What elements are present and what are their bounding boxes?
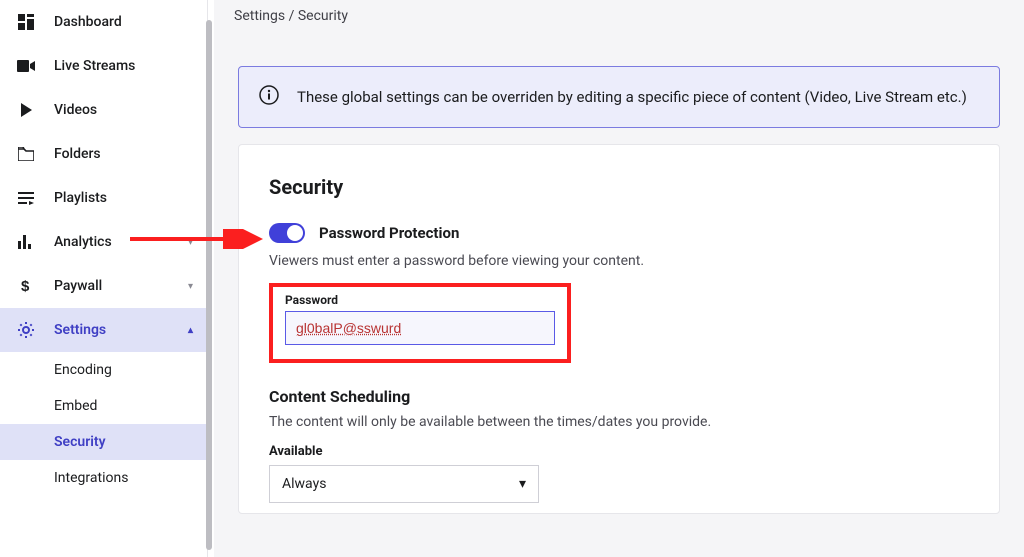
password-field-label: Password xyxy=(285,293,555,307)
sidebar-item-playlists[interactable]: Playlists xyxy=(0,176,207,220)
breadcrumb-current: Security xyxy=(298,8,348,24)
dashboard-icon xyxy=(14,14,38,30)
sidebar-item-label: Paywall xyxy=(54,278,188,294)
info-icon xyxy=(259,85,279,109)
notice-text: These global settings can be overriden b… xyxy=(297,88,967,106)
chevron-down-icon: ▾ xyxy=(188,237,193,248)
sidebar: Dashboard Live Streams Videos Folders Pl… xyxy=(0,0,208,557)
sidebar-subitem-integrations[interactable]: Integrations xyxy=(0,460,207,496)
folder-icon xyxy=(14,147,38,161)
security-card: Security Password Protection Viewers mus… xyxy=(238,144,1000,514)
sidebar-item-label: Analytics xyxy=(54,234,188,250)
available-label: Available xyxy=(269,444,969,459)
password-protection-toggle[interactable] xyxy=(269,223,305,243)
sidebar-subitem-label: Integrations xyxy=(54,470,128,486)
sidebar-item-analytics[interactable]: Analytics ▾ xyxy=(0,220,207,264)
sidebar-item-paywall[interactable]: $ Paywall ▾ xyxy=(0,264,207,308)
svg-text:$: $ xyxy=(21,278,30,294)
caret-down-icon: ▾ xyxy=(519,476,526,492)
sidebar-subitem-encoding[interactable]: Encoding xyxy=(0,352,207,388)
playlist-icon xyxy=(14,191,38,205)
chevron-up-icon: ▴ xyxy=(188,325,193,336)
sidebar-item-label: Live Streams xyxy=(54,58,193,74)
password-protection-row: Password Protection xyxy=(269,223,969,243)
sidebar-subitem-embed[interactable]: Embed xyxy=(0,388,207,424)
dollar-icon: $ xyxy=(14,278,38,294)
password-protection-label: Password Protection xyxy=(319,224,459,242)
chevron-down-icon: ▾ xyxy=(188,281,193,292)
content-scheduling-title: Content Scheduling xyxy=(269,387,969,406)
sidebar-item-folders[interactable]: Folders xyxy=(0,132,207,176)
available-select[interactable]: Always ▾ xyxy=(269,465,539,503)
sidebar-subitem-label: Security xyxy=(54,434,106,450)
breadcrumb-parent[interactable]: Settings xyxy=(234,8,285,24)
play-icon xyxy=(14,103,38,117)
sidebar-item-label: Videos xyxy=(54,102,193,118)
sidebar-subitem-security[interactable]: Security xyxy=(0,424,207,460)
sidebar-item-label: Dashboard xyxy=(54,14,193,30)
main-content: Settings / Security These global setting… xyxy=(214,0,1024,557)
sidebar-item-settings[interactable]: Settings ▴ xyxy=(0,308,207,352)
breadcrumb-sep: / xyxy=(285,8,298,24)
analytics-icon xyxy=(14,235,38,249)
sidebar-item-label: Settings xyxy=(54,322,188,338)
breadcrumb: Settings / Security xyxy=(214,0,1024,42)
gear-icon xyxy=(14,321,38,339)
sidebar-subitem-label: Embed xyxy=(54,398,97,414)
section-title-security: Security xyxy=(269,175,969,199)
sidebar-item-live-streams[interactable]: Live Streams xyxy=(0,44,207,88)
sidebar-item-videos[interactable]: Videos xyxy=(0,88,207,132)
sidebar-item-dashboard[interactable]: Dashboard xyxy=(0,0,207,44)
sidebar-item-label: Playlists xyxy=(54,190,193,206)
camera-icon xyxy=(14,60,38,72)
sidebar-item-label: Folders xyxy=(54,146,193,162)
sidebar-subitem-label: Encoding xyxy=(54,362,112,378)
available-value: Always xyxy=(282,476,326,492)
info-notice: These global settings can be overriden b… xyxy=(238,66,1000,128)
password-protection-helper: Viewers must enter a password before vie… xyxy=(269,253,969,269)
content-scheduling-helper: The content will only be available betwe… xyxy=(269,414,969,430)
password-input[interactable] xyxy=(285,311,555,345)
password-highlight-box: Password xyxy=(269,283,571,363)
sidebar-scrollbar[interactable] xyxy=(206,20,212,550)
